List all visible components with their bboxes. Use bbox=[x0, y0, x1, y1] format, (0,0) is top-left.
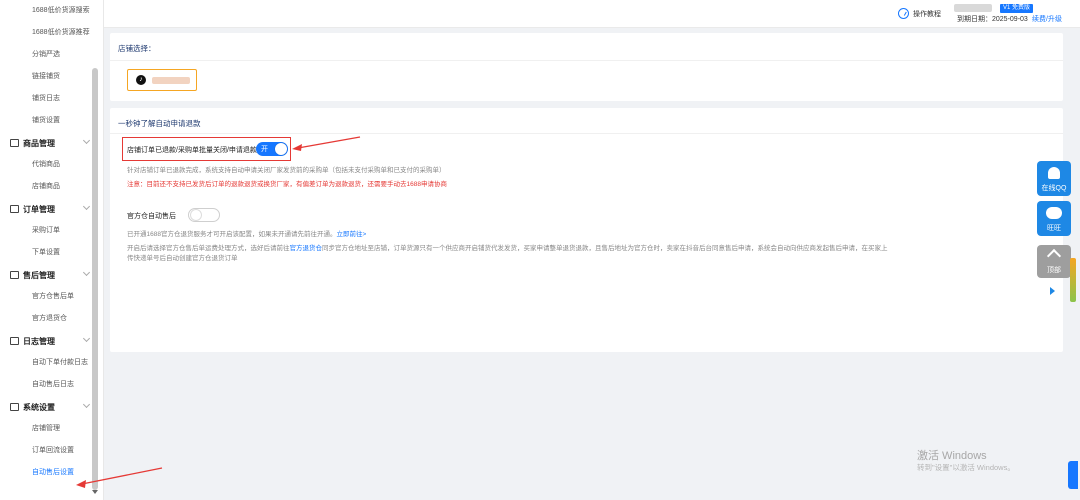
shop-name-blurred bbox=[152, 76, 190, 84]
sidebar-item[interactable]: 店铺管理 bbox=[0, 418, 103, 440]
official-return-warehouse-link[interactable]: 官方退货仓 bbox=[290, 245, 323, 252]
auto-refund-card: 一秒钟了解自动申请退款 店铺订单已退款/采购单批量关闭/申请退款 开 针对店铺订… bbox=[110, 108, 1063, 352]
shop-select-card: 店铺选择： ♪ bbox=[110, 33, 1063, 101]
top-bar: 操作教程 V1 免费版 到期日期：2025-09-03 续费/升级 bbox=[104, 0, 1080, 28]
sidebar-group-label: 售后管理 bbox=[23, 270, 55, 280]
online-qq-button[interactable]: 在线QQ bbox=[1037, 161, 1071, 196]
qq-label: 在线QQ bbox=[1041, 185, 1067, 192]
tiktok-icon: ♪ bbox=[136, 75, 146, 85]
user-name-blurred bbox=[954, 4, 992, 12]
chevron-down-icon bbox=[82, 334, 91, 343]
expand-arrow-icon[interactable] bbox=[1050, 287, 1055, 295]
official-aftersale-toggle[interactable] bbox=[188, 208, 220, 222]
sidebar-item[interactable]: 下单设置 bbox=[0, 242, 103, 264]
sidebar-group[interactable]: 系统设置 bbox=[0, 396, 103, 418]
sidebar-item[interactable]: 代销商品 bbox=[0, 154, 103, 176]
toggle-on-text: 开 bbox=[261, 146, 268, 153]
sidebar-group-label: 系统设置 bbox=[23, 402, 55, 412]
sidebar-item[interactable]: 官方仓售后单 bbox=[0, 286, 103, 308]
wangwang-button[interactable]: 旺旺 bbox=[1037, 201, 1071, 236]
chevron-down-icon bbox=[82, 268, 91, 277]
windows-watermark-title: 激活 Windows bbox=[917, 450, 987, 462]
auto-refund-desc: 针对店铺订单已退款完成，系统支持自动申请关闭厂家发货前的采购单（包括未支付采购单… bbox=[127, 167, 446, 174]
log-icon bbox=[10, 337, 19, 345]
sidebar-group[interactable]: 售后管理 bbox=[0, 264, 103, 286]
divider bbox=[110, 60, 1063, 61]
order-icon bbox=[10, 205, 19, 213]
chevron-down-icon bbox=[82, 202, 91, 211]
divider bbox=[110, 133, 1063, 134]
store-icon bbox=[10, 139, 19, 147]
sidebar-scrollbar[interactable] bbox=[92, 68, 98, 490]
sidebar-group[interactable]: 日志管理 bbox=[0, 330, 103, 352]
version-badge: V1 免费版 bbox=[1000, 4, 1034, 13]
toggle-knob bbox=[275, 143, 287, 155]
sidebar-group[interactable]: 商品管理 bbox=[0, 132, 103, 154]
official-aftersale-label: 官方仓自动售后 bbox=[127, 213, 176, 220]
sidebar-item[interactable]: 官方退货仓 bbox=[0, 308, 103, 330]
bell-icon bbox=[1048, 167, 1060, 179]
sidebar-item[interactable]: 链接铺货 bbox=[0, 66, 103, 88]
chevron-down-icon bbox=[82, 400, 91, 409]
official-desc-2: 开启后请选择官方仓售后单运费处理方式，选好后请前往官方退货仓同步官方仓地址至店铺… bbox=[127, 242, 888, 252]
auto-refund-warning: 注意：目前还不支持已发货后订单的退款退货或换货厂家，有偏差订单为退款退货，还需要… bbox=[127, 181, 447, 188]
chat-cloud-icon bbox=[1046, 207, 1062, 219]
chevron-down-icon bbox=[82, 136, 91, 145]
sidebar-group-label: 订单管理 bbox=[23, 204, 55, 214]
go-open-link[interactable]: 立即前往> bbox=[336, 231, 366, 238]
sidebar-item[interactable]: 自动售后日志 bbox=[0, 374, 103, 396]
expire-date: 到期日期：2025-09-03 bbox=[957, 16, 1028, 23]
sidebar-item[interactable]: 采购订单 bbox=[0, 220, 103, 242]
sidebar-item[interactable]: 自动售后设置 bbox=[0, 462, 103, 484]
tutorial-link[interactable]: 操作教程 bbox=[898, 8, 941, 19]
sidebar-item[interactable]: 铺货设置 bbox=[0, 110, 103, 132]
compass-icon bbox=[898, 8, 909, 19]
sidebar-item[interactable]: 分销严选 bbox=[0, 44, 103, 66]
after-sale-icon bbox=[10, 271, 19, 279]
auto-refund-title: 一秒钟了解自动申请退款 bbox=[118, 119, 201, 128]
scroll-down-icon[interactable] bbox=[92, 490, 98, 494]
sidebar-item[interactable]: 自动下单付款日志 bbox=[0, 352, 103, 374]
sidebar-group-label: 商品管理 bbox=[23, 138, 55, 148]
auto-refund-toggle[interactable]: 开 bbox=[256, 142, 288, 156]
renew-link[interactable]: 续费/升级 bbox=[1032, 14, 1062, 24]
sidebar-item[interactable]: 1688低价货源搜索 bbox=[0, 0, 103, 22]
shop-chip[interactable]: ♪ bbox=[127, 69, 197, 91]
auto-refund-label: 店铺订单已退款/采购单批量关闭/申请退款 bbox=[127, 147, 257, 154]
official-desc-3: 传快递单号后自动创建官方仓退货订单 bbox=[127, 255, 238, 262]
toggle-knob bbox=[190, 209, 202, 221]
edge-widget[interactable] bbox=[1070, 258, 1076, 302]
sidebar-group[interactable]: 订单管理 bbox=[0, 198, 103, 220]
sidebar-item[interactable]: 店铺商品 bbox=[0, 176, 103, 198]
settings-icon bbox=[10, 403, 19, 411]
sidebar-item[interactable]: 订单回流设置 bbox=[0, 440, 103, 462]
official-desc-1-text: 已开通1688官方仓退货服务才可开启该配置，如果未开通请先前往开通。 bbox=[127, 231, 337, 238]
sidebar-item[interactable]: 铺货日志 bbox=[0, 88, 103, 110]
wangwang-label: 旺旺 bbox=[1047, 225, 1061, 232]
official-desc-2-text: 开启后请选择官方仓售后单运费处理方式，选好后请前往 bbox=[127, 245, 290, 252]
official-desc-2-suffix: 同步官方仓地址至店铺，订单货源只有一个供应商开启铺货代发发货，买家申请整单退货退… bbox=[322, 245, 888, 252]
top-label: 顶部 bbox=[1047, 267, 1061, 274]
tutorial-label: 操作教程 bbox=[913, 10, 941, 18]
edge-tab[interactable] bbox=[1068, 461, 1078, 489]
arrow-up-icon bbox=[1046, 248, 1062, 264]
back-to-top-button[interactable]: 顶部 bbox=[1037, 245, 1071, 278]
windows-watermark-subtitle: 转到"设置"以激活 Windows。 bbox=[917, 463, 1015, 472]
official-desc-1: 已开通1688官方仓退货服务才可开启该配置，如果未开通请先前往开通。立即前往> bbox=[127, 228, 366, 238]
sidebar: 1688低价货源搜索 1688低价货源推荐 分销严选 链接铺货 铺货日志 铺货设置商品管理… bbox=[0, 0, 104, 500]
sidebar-item[interactable]: 1688低价货源推荐 bbox=[0, 22, 103, 44]
shop-select-title: 店铺选择： bbox=[118, 44, 156, 53]
sidebar-group-label: 日志管理 bbox=[23, 336, 55, 346]
